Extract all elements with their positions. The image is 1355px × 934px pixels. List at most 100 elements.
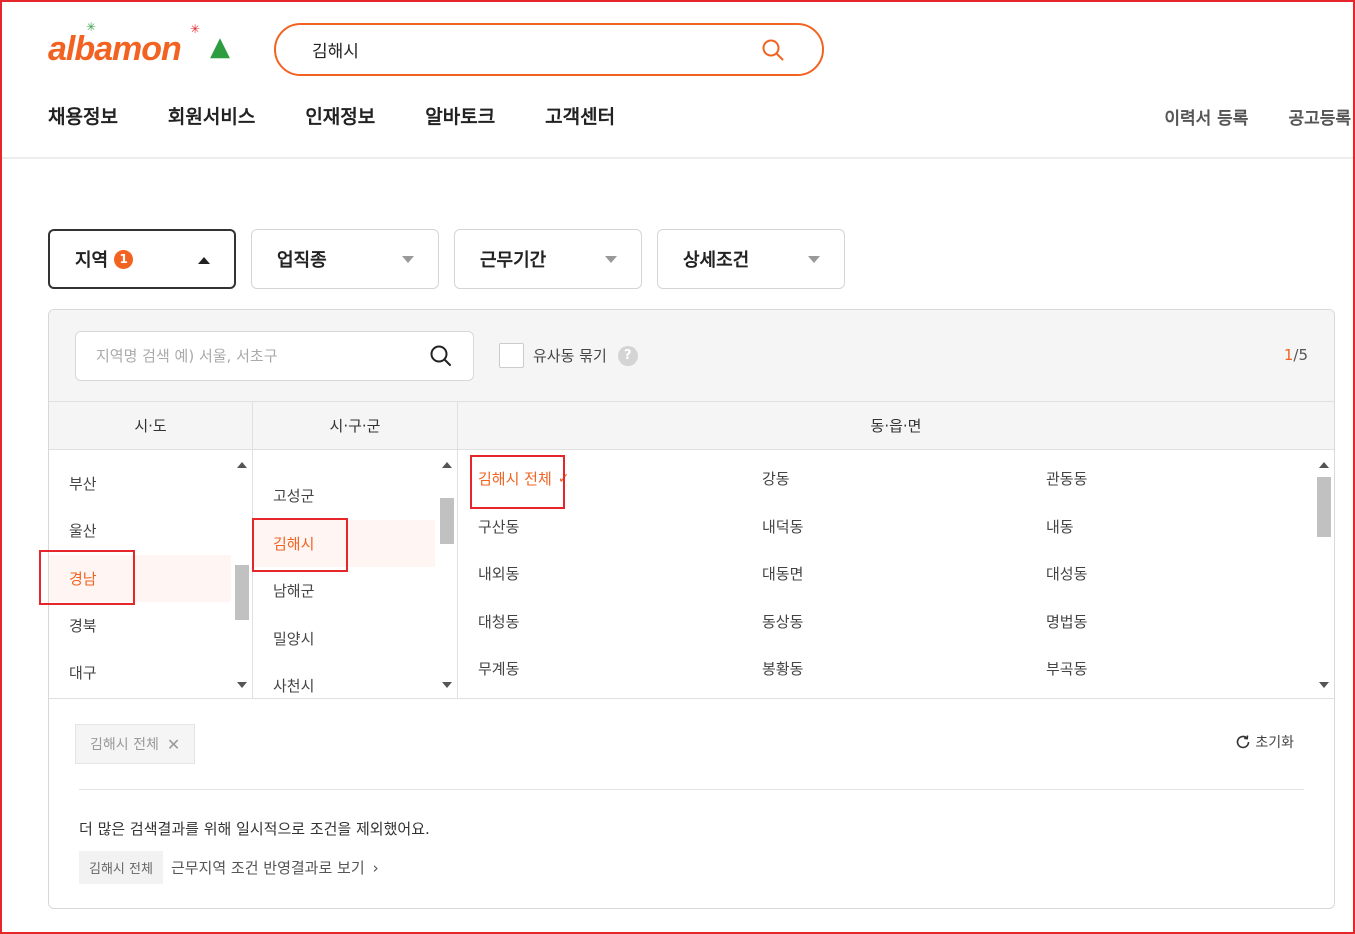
help-icon[interactable]: ? [617, 345, 638, 366]
logo-text: albamon [48, 29, 182, 68]
nav-talent[interactable]: 인재정보 [305, 102, 375, 129]
sido-scrollbar[interactable] [232, 450, 252, 698]
filter-work-period-label: 근무기간 [480, 250, 547, 271]
dong-item[interactable]: 봉황동 [762, 645, 1046, 693]
dong-item[interactable]: 무계동 [478, 645, 762, 693]
caret-down-icon [402, 256, 414, 263]
search-icon [762, 39, 784, 60]
sigungu-scrollbar[interactable] [437, 450, 457, 698]
dong-item[interactable]: 명법동 [1046, 598, 1330, 646]
filter-bar: 지역 1 업직종 근무기간 상세조건 [48, 229, 845, 289]
albamon-logo[interactable]: ✳ ✳ albamon ▲ [48, 20, 238, 74]
similar-dong-checkbox[interactable] [499, 343, 524, 368]
caret-up-icon [198, 257, 210, 264]
filter-job-type-label: 업직종 [277, 250, 327, 271]
view-region-results-link[interactable]: 근무지역 조건 반영결과로 보기 › [171, 857, 379, 878]
nav-right: 이력서 등록 공고등록 [1164, 104, 1351, 129]
checkmark-icon: ✓ [557, 470, 570, 487]
filter-detail[interactable]: 상세조건 [657, 229, 845, 289]
similar-dong-toggle[interactable]: 유사동 묶기 ? [499, 343, 638, 368]
scroll-thumb[interactable] [440, 498, 454, 544]
dong-item[interactable]: 강동 [762, 455, 1046, 503]
nav-jobs[interactable]: 채용정보 [48, 102, 118, 129]
scroll-up-icon[interactable] [237, 462, 247, 468]
chevron-right-icon: › [372, 858, 379, 877]
close-icon[interactable]: ✕ [167, 735, 180, 754]
main-search-bar[interactable]: 김해시 [274, 23, 824, 76]
dong-item-label: 김해시 전체 [478, 470, 552, 489]
dong-grid: 김해시 전체 ✓ 강동 관동동 구산동 내덕동 내동 내외동 대동면 대성동 대청… [478, 455, 1330, 693]
nav-customer-center[interactable]: 고객센터 [545, 102, 615, 129]
selection-count: 1/5 [1284, 346, 1308, 364]
dong-item[interactable]: 대동면 [762, 550, 1046, 598]
region-search-input[interactable] [96, 347, 429, 365]
region-panel: 유사동 묶기 ? 1/5 시·도 시·구·군 동·읍·면 부산 울산 경남 경북… [48, 309, 1335, 909]
sido-item-daegu[interactable]: 대구 [49, 649, 231, 696]
search-icon[interactable] [429, 344, 453, 368]
panel-toolbar: 유사동 묶기 ? 1/5 [49, 310, 1334, 402]
search-button[interactable] [760, 37, 786, 63]
dong-item-gimhae-all[interactable]: 김해시 전체 ✓ [478, 455, 762, 503]
dong-item[interactable]: 대성동 [1046, 550, 1330, 598]
col-header-dong: 동·읍·면 [870, 417, 922, 435]
sigungu-item-goseong[interactable]: 고성군 [253, 472, 435, 519]
reset-label: 초기화 [1255, 735, 1294, 751]
selection-count-current: 1 [1283, 346, 1294, 364]
column-headers: 시·도 시·구·군 동·읍·면 [49, 402, 1334, 450]
sido-list: 부산 울산 경남 경북 대구 [49, 450, 253, 698]
dong-item[interactable]: 대청동 [478, 598, 762, 646]
sido-item-ulsan[interactable]: 울산 [49, 507, 231, 554]
panel-divider [79, 789, 1304, 790]
selected-region-tag-label: 김해시 전체 [90, 737, 159, 753]
post-register-link[interactable]: 공고등록 [1288, 104, 1351, 129]
scroll-down-icon[interactable] [442, 682, 452, 688]
similar-dong-label: 유사동 묶기 [533, 347, 607, 365]
dong-item[interactable]: 내동 [1046, 503, 1330, 551]
caret-down-icon [605, 256, 617, 263]
scroll-up-icon[interactable] [442, 462, 452, 468]
dong-item[interactable]: 관동동 [1046, 455, 1330, 503]
notice-row: 김해시 전체 근무지역 조건 반영결과로 보기 › [79, 851, 379, 884]
dong-item[interactable]: 구산동 [478, 503, 762, 551]
dong-item[interactable]: 내외동 [478, 550, 762, 598]
filter-work-period[interactable]: 근무기간 [454, 229, 642, 289]
dong-scrollbar[interactable] [1314, 450, 1334, 698]
nav-member-services[interactable]: 회원서비스 [168, 102, 255, 129]
caret-down-icon [808, 256, 820, 263]
christmas-tree-icon: ▲ [210, 32, 230, 62]
sigungu-list: 고성군 김해시 남해군 밀양시 사천시 [253, 450, 458, 698]
nav-albatalk[interactable]: 알바토크 [425, 102, 495, 129]
scroll-down-icon[interactable] [237, 682, 247, 688]
resume-register-link[interactable]: 이력서 등록 [1164, 104, 1248, 129]
refresh-icon [1237, 735, 1250, 749]
notice-tag: 김해시 전체 [79, 851, 163, 884]
region-lists: 부산 울산 경남 경북 대구 고성군 김해시 남해군 밀양시 사천시 김해시 전… [49, 450, 1334, 699]
search-input[interactable]: 김해시 [312, 37, 760, 62]
selected-region-tag[interactable]: 김해시 전체 ✕ [75, 724, 196, 764]
sigungu-item-miryang[interactable]: 밀양시 [253, 615, 435, 662]
sigungu-item-sacheon[interactable]: 사천시 [253, 662, 435, 698]
dong-item[interactable]: 동상동 [762, 598, 1046, 646]
reset-button[interactable]: 초기화 [1235, 732, 1294, 752]
sigungu-item-namhae[interactable]: 남해군 [253, 567, 435, 614]
sigungu-item-gimhae[interactable]: 김해시 [253, 520, 435, 567]
scroll-thumb[interactable] [1317, 477, 1331, 537]
filter-region[interactable]: 지역 1 [48, 229, 236, 289]
sido-item-gyeongbuk[interactable]: 경북 [49, 602, 231, 649]
sparkle-icon: ✳ [86, 20, 97, 34]
notice-text: 더 많은 검색결과를 위해 일시적으로 조건을 제외했어요. [79, 820, 430, 838]
main-nav: 채용정보 회원서비스 인재정보 알바토크 고객센터 [48, 102, 665, 129]
dong-item[interactable]: 부곡동 [1046, 645, 1330, 693]
sido-item-busan[interactable]: 부산 [49, 460, 231, 507]
col-header-sido: 시·도 [49, 402, 253, 449]
region-search-box [75, 331, 474, 381]
filter-job-type[interactable]: 업직종 [251, 229, 439, 289]
sido-item-gyeongnam[interactable]: 경남 [49, 555, 231, 602]
scroll-up-icon[interactable] [1319, 462, 1329, 468]
scroll-thumb[interactable] [235, 565, 249, 620]
header-divider [0, 157, 1355, 159]
dong-item[interactable]: 내덕동 [762, 503, 1046, 551]
view-region-results-label: 근무지역 조건 반영결과로 보기 [170, 859, 365, 877]
filter-detail-label: 상세조건 [683, 250, 750, 271]
scroll-down-icon[interactable] [1319, 682, 1329, 688]
